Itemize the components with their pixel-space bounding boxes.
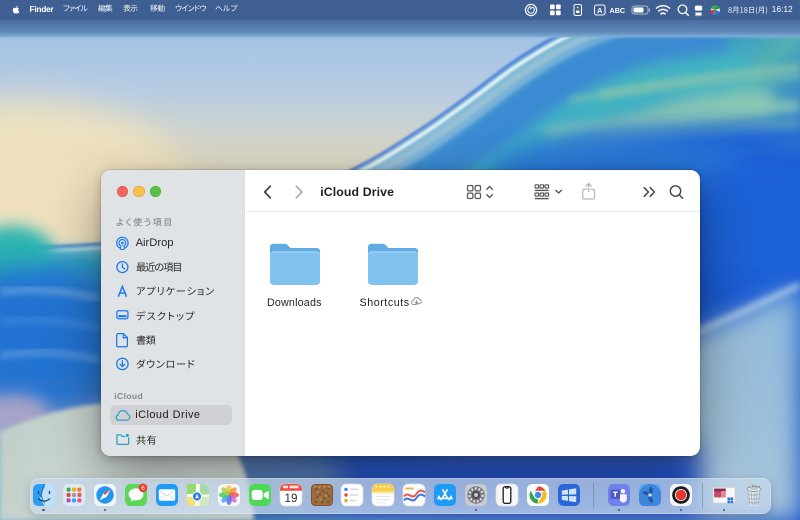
svg-text:ABC: ABC <box>610 6 626 15</box>
svg-text:19: 19 <box>284 492 297 505</box>
svg-text:A: A <box>597 6 603 15</box>
svg-text:6: 6 <box>141 485 145 492</box>
